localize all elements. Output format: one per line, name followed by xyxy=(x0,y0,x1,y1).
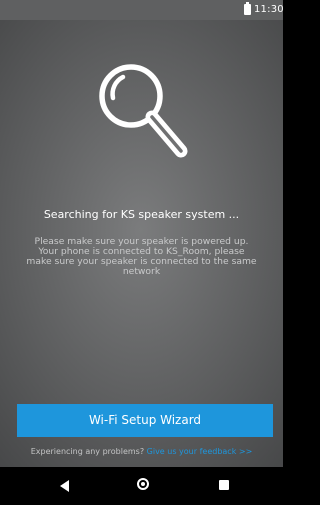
battery-icon xyxy=(244,2,251,15)
wifi-setup-wizard-button[interactable]: Wi-Fi Setup Wizard xyxy=(17,404,273,437)
recents-icon[interactable] xyxy=(219,480,229,490)
feedback-link[interactable]: Give us your feedback >> xyxy=(147,447,253,456)
feedback-line: Experiencing any problems? Give us your … xyxy=(0,446,283,457)
status-time: 11:30 xyxy=(254,4,283,15)
status-bar: 11:30 xyxy=(0,0,283,20)
problem-text: Experiencing any problems? xyxy=(30,447,145,456)
search-screen: Searching for KS speaker system ... Plea… xyxy=(0,20,283,467)
navigation-bar xyxy=(0,467,283,505)
magnifier-icon xyxy=(99,64,188,158)
home-icon[interactable] xyxy=(137,478,149,490)
instructions-text: Please make sure your speaker is powered… xyxy=(26,236,257,277)
back-icon[interactable] xyxy=(60,480,69,492)
searching-title: Searching for KS speaker system ... xyxy=(43,208,240,221)
screen: 11:30 Searching for KS speaker system ..… xyxy=(0,0,283,505)
